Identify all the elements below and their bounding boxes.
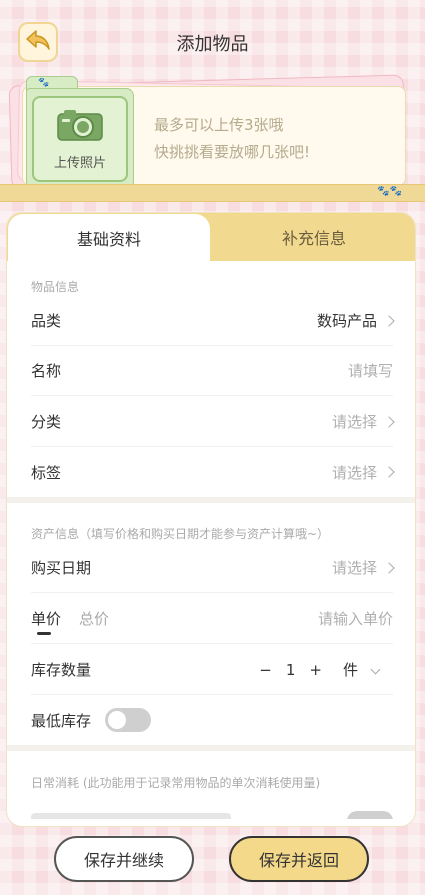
classify-label: 分类 [31, 413, 62, 431]
row-price: 单价 总价 请输入单价 [31, 594, 393, 644]
min-stock-toggle[interactable] [105, 708, 152, 732]
upload-hint: 最多可以上传3张哦 快挑挑看要放哪几张吧! [154, 112, 394, 166]
row-tag[interactable]: 标签 请选择 [31, 447, 395, 497]
section-divider [7, 497, 415, 503]
name-input[interactable]: 请填写 [348, 360, 393, 381]
price-input[interactable]: 请输入单价 [318, 608, 393, 629]
page-title: 添加物品 [176, 34, 249, 55]
unit-value: 件 [342, 661, 358, 679]
chevron-right-icon [383, 314, 395, 327]
tab-bar: 基础资料 补充信息 [7, 213, 415, 261]
paw-icon: 🐾 [38, 78, 50, 88]
stock-plus-button[interactable]: + [309, 661, 322, 679]
upload-hint-line1: 最多可以上传3张哦 [154, 116, 284, 134]
chevron-down-icon [370, 664, 381, 675]
row-daily-partial [31, 801, 393, 819]
upload-area: 上传照片 最多可以上传3张哦 快挑挑看要放哪几张吧! [0, 70, 425, 200]
unit-select[interactable]: 件 [336, 659, 386, 680]
section-divider [7, 745, 415, 751]
min-stock-label: 最低库存 [31, 711, 92, 730]
row-purchase-date[interactable]: 购买日期 请选择 [31, 543, 395, 593]
paw-icon: 🐾🐾 [377, 186, 402, 197]
stock-quantity[interactable]: 1 [286, 661, 296, 679]
row-min-stock: 最低库存 [31, 695, 393, 745]
category-label: 品类 [31, 312, 62, 330]
purchase-date-value: 请选择 [331, 559, 377, 577]
decorative-ribbon [0, 184, 425, 202]
chevron-right-icon [383, 466, 395, 478]
total-price-tab[interactable]: 总价 [79, 608, 109, 629]
section-item-info: 物品信息 [31, 280, 80, 294]
row-classify[interactable]: 分类 请选择 [31, 397, 395, 447]
row-name[interactable]: 名称 请填写 [31, 346, 393, 396]
form-card: 基础资料 补充信息 物品信息 品类 数码产品 名称 请填写 分类 请选择 标签 [6, 212, 416, 827]
partial-toggle [347, 811, 393, 819]
chevron-right-icon [383, 415, 395, 428]
tag-value: 请选择 [331, 463, 377, 482]
section-asset-info: 资产信息（填写价格和购买日期才能参与资产计算哦~） [31, 527, 330, 541]
category-value: 数码产品 [316, 312, 377, 330]
toggle-knob [108, 711, 127, 729]
stock-minus-button[interactable]: − [259, 661, 272, 679]
upload-photo-button[interactable]: 上传照片 [32, 96, 128, 182]
tab-basic-info[interactable]: 基础资料 [7, 213, 211, 261]
tab-extra-info[interactable]: 补充信息 [211, 213, 415, 261]
purchase-date-label: 购买日期 [31, 559, 92, 577]
section-daily: 日常消耗 (此功能用于记录常用物品的单次消耗使用量) [31, 776, 321, 790]
camera-icon [56, 108, 104, 146]
row-category[interactable]: 品类 数码产品 [31, 296, 395, 346]
unit-price-tab[interactable]: 单价 [31, 608, 61, 635]
upload-photo-label: 上传照片 [53, 155, 106, 171]
partial-row-text [31, 813, 231, 819]
chevron-right-icon [383, 561, 395, 574]
upload-hint-line2: 快挑挑看要放哪几张吧! [154, 143, 311, 161]
save-return-button[interactable]: 保存并返回 [229, 836, 369, 882]
save-continue-button[interactable]: 保存并继续 [54, 836, 194, 882]
name-label: 名称 [31, 362, 62, 380]
page: 添加物品 上传照片 最多可以上传3张哦 快挑挑看要放哪几张吧! 基础资料 补充信… [0, 0, 425, 895]
row-stock: 库存数量 − 1 + 件 [31, 645, 393, 695]
stock-label: 库存数量 [31, 661, 92, 679]
classify-value: 请选择 [331, 413, 377, 431]
tag-label: 标签 [31, 463, 62, 482]
